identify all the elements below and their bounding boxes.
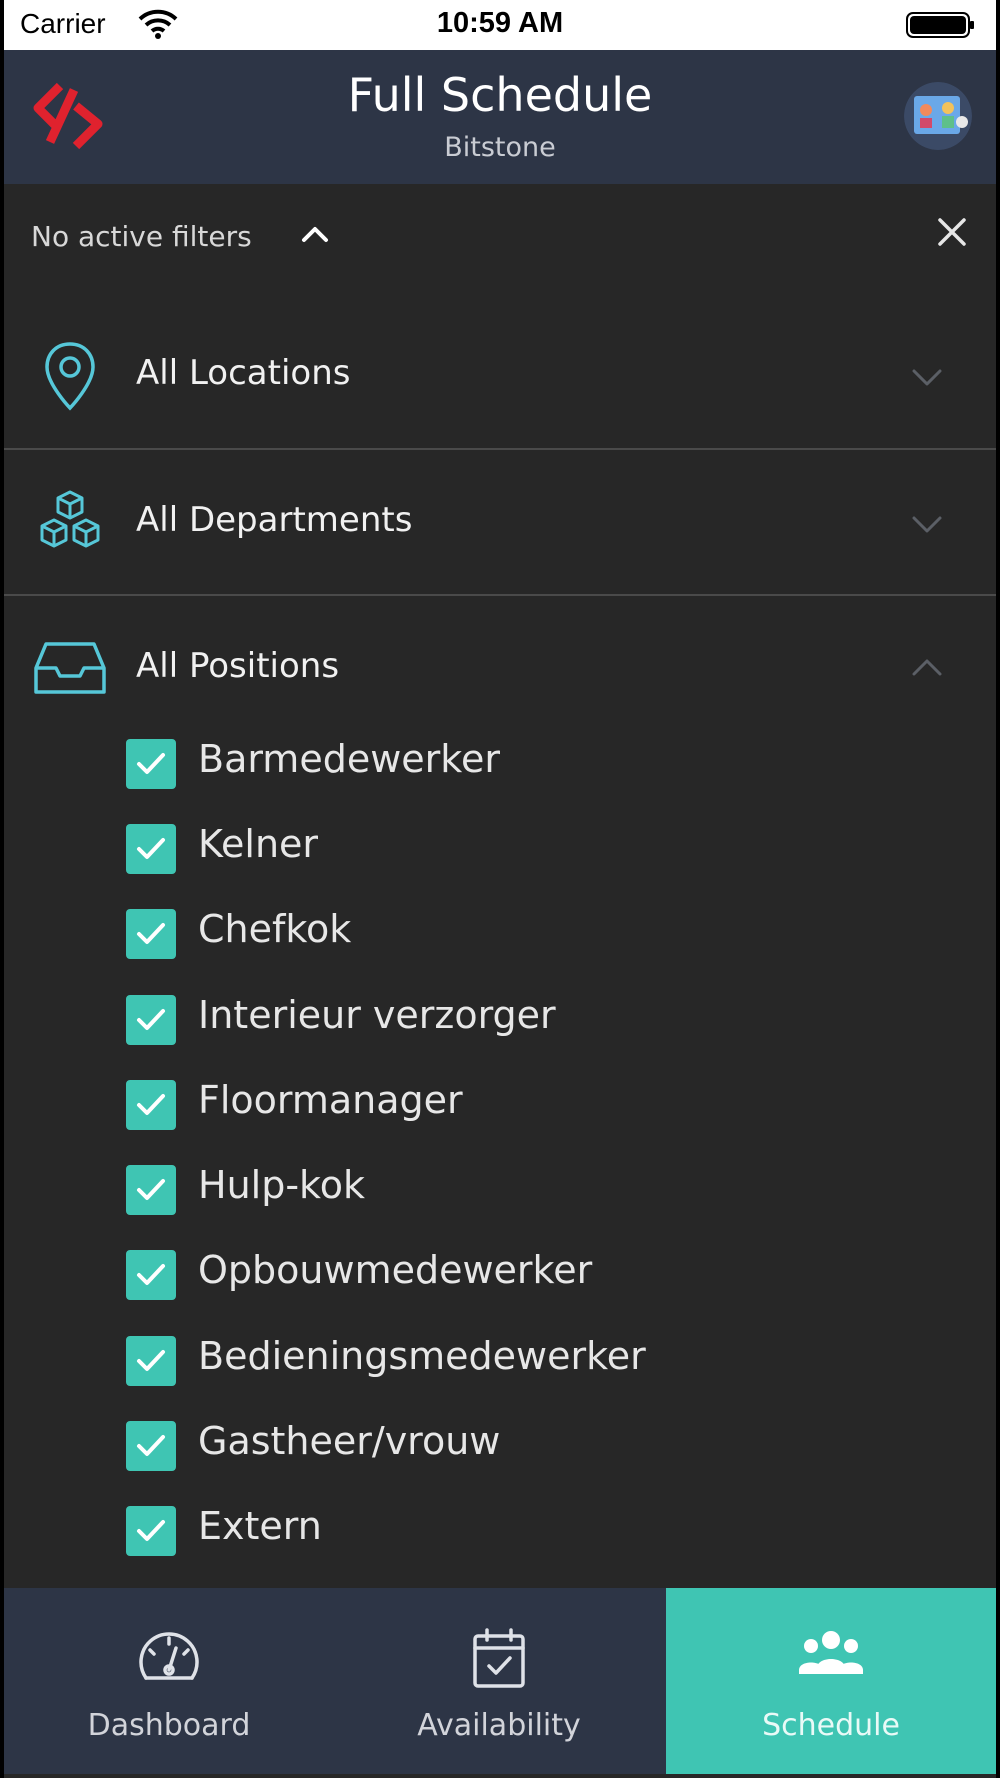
checkbox-checked[interactable] [126, 909, 176, 959]
checkmark-icon [137, 1179, 165, 1200]
checkmark-icon [137, 753, 165, 774]
cubes-icon [40, 490, 100, 548]
positions-label: All Positions [136, 646, 340, 686]
position-checkbox-item[interactable]: Kelner [122, 818, 922, 878]
checkbox-checked[interactable] [126, 1165, 176, 1215]
checkmark-icon [137, 1520, 165, 1541]
position-label: Interieur verzorger [198, 993, 556, 1037]
checkbox-checked[interactable] [126, 739, 176, 789]
page-title: Full Schedule [347, 68, 653, 122]
checkbox-checked[interactable] [126, 1080, 176, 1130]
position-label: Extern [198, 1504, 322, 1548]
checkmark-icon [137, 1350, 165, 1371]
position-checkbox-item[interactable]: Floormanager [122, 1074, 922, 1134]
checkbox-checked[interactable] [126, 824, 176, 874]
position-label: Hulp-kok [198, 1163, 365, 1207]
page-subtitle: Bitstone [444, 132, 556, 163]
app-header: Full Schedule Bitstone [4, 50, 996, 184]
tab-label: Availability [417, 1708, 581, 1743]
chevron-down-icon[interactable] [910, 365, 944, 389]
tab-schedule[interactable]: Schedule [666, 1588, 996, 1774]
clock-label: 10:59 AM [436, 7, 564, 39]
tab-label: Schedule [762, 1708, 900, 1743]
checkbox-checked[interactable] [126, 1421, 176, 1471]
position-checkbox-item[interactable]: Interieur verzorger [122, 989, 922, 1049]
calendar-check-icon [334, 1626, 664, 1692]
filter-bar: No active filters [4, 184, 996, 290]
chevron-up-icon[interactable] [300, 222, 330, 246]
close-icon[interactable] [934, 214, 970, 250]
position-checkbox-item[interactable]: Hulp-kok [122, 1159, 922, 1219]
chevron-up-icon[interactable] [910, 656, 944, 680]
position-label: Gastheer/vrouw [198, 1419, 501, 1463]
chevron-down-icon[interactable] [910, 512, 944, 536]
inbox-tray-icon [34, 642, 106, 694]
app-screen: Carrier 10:59 AM Full Schedule Bitstone [4, 0, 996, 1778]
checkmark-icon [137, 1435, 165, 1456]
checkbox-checked[interactable] [126, 1506, 176, 1556]
position-checkbox-item[interactable]: Barmedewerker [122, 733, 922, 793]
position-label: Bedieningsmedewerker [198, 1334, 646, 1378]
speedometer-icon [4, 1626, 334, 1692]
position-checkbox-item[interactable]: Gastheer/vrouw [122, 1415, 922, 1475]
departments-label: All Departments [136, 500, 413, 540]
checkbox-checked[interactable] [126, 1250, 176, 1300]
locations-label: All Locations [136, 353, 351, 393]
checkmark-icon [137, 1009, 165, 1030]
people-icon [666, 1626, 996, 1692]
position-checkbox-item[interactable]: Bedieningsmedewerker [122, 1330, 922, 1390]
checkmark-icon [137, 1264, 165, 1285]
departments-filter-row[interactable]: All Departments [4, 450, 996, 596]
position-checkbox-item[interactable]: Extern [122, 1500, 922, 1560]
position-label: Floormanager [198, 1078, 463, 1122]
position-checkbox-item[interactable]: Opbouwmedewerker [122, 1244, 922, 1304]
position-label: Opbouwmedewerker [198, 1248, 593, 1292]
checkbox-checked[interactable] [126, 1336, 176, 1386]
filter-status-text[interactable]: No active filters [31, 220, 252, 253]
checkmark-icon [137, 923, 165, 944]
position-checkbox-item[interactable]: Chefkok [122, 903, 922, 963]
checkmark-icon [137, 838, 165, 859]
status-bar: Carrier 10:59 AM [4, 0, 996, 50]
positions-filter-row[interactable]: All Positions [4, 596, 996, 742]
battery-icon [906, 12, 974, 38]
tab-dashboard[interactable]: Dashboard [4, 1588, 334, 1774]
map-pin-icon [45, 342, 95, 411]
position-label: Barmedewerker [198, 737, 500, 781]
tab-availability[interactable]: Availability [334, 1588, 664, 1774]
checkmark-icon [137, 1094, 165, 1115]
locations-filter-row[interactable]: All Locations [4, 303, 996, 449]
bottom-tab-bar: Dashboard Availability Schedule [4, 1588, 996, 1774]
checkbox-checked[interactable] [126, 995, 176, 1045]
avatar[interactable] [904, 82, 972, 150]
tab-label: Dashboard [87, 1708, 251, 1743]
position-label: Kelner [198, 822, 319, 866]
position-label: Chefkok [198, 907, 352, 951]
